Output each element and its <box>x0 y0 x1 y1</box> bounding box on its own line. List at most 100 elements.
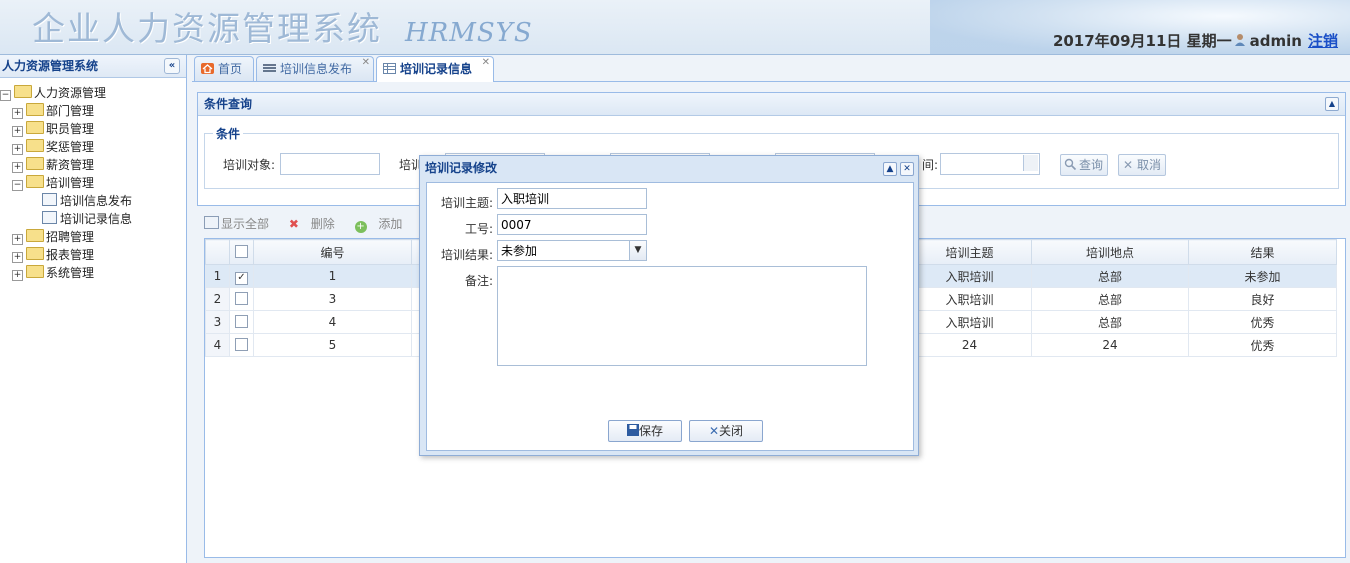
cell-topic: 入职培训 <box>907 287 1032 311</box>
select-all-checkbox[interactable] <box>229 239 254 265</box>
search-button-label: 查询 <box>1079 158 1104 172</box>
home-icon <box>201 63 214 74</box>
expand-icon[interactable]: + <box>12 108 23 119</box>
cell-place: 总部 <box>1031 287 1189 311</box>
empno-field-label: 工号: <box>464 222 493 236</box>
tree-node-dept[interactable]: + 部门管理 <box>0 102 186 120</box>
checkbox-checked-icon: ✓ <box>235 272 248 285</box>
checkbox-icon <box>235 245 248 258</box>
cell-result: 良好 <box>1188 287 1337 311</box>
sidebar-header: 人力资源管理系统 « <box>0 55 186 78</box>
search-button[interactable]: 查询 <box>1060 154 1109 176</box>
time-input[interactable] <box>940 153 1040 175</box>
tree-node-label: 职员管理 <box>46 122 95 136</box>
collapse-sidebar-button[interactable]: « <box>164 58 180 74</box>
column-header-place[interactable]: 培训地点 <box>1031 239 1189 265</box>
add-button[interactable]: + 添加 <box>354 217 411 233</box>
tree-node-label: 报表管理 <box>46 248 95 262</box>
edit-record-dialog: 培训记录修改 ▲ ✕ 培训主题: 入职培训 工号: 0007 培训结果: 未参加… <box>419 155 919 456</box>
tree-node-hr-root[interactable]: − 人力资源管理 <box>0 84 186 102</box>
remark-textarea[interactable] <box>497 266 867 366</box>
cell-result: 优秀 <box>1188 310 1337 334</box>
row-checkbox[interactable] <box>229 287 254 311</box>
cancel-button-label: 取消 <box>1137 158 1162 172</box>
close-tab-icon[interactable]: ✕ <box>362 51 370 75</box>
nav-tree: − 人力资源管理 + 部门管理 + 职员管理 + 奖惩管理 + 薪资管理 − 培训管理 培训… <box>0 78 186 282</box>
remark-field-label: 备注: <box>464 274 493 288</box>
tree-node-training-records[interactable]: 培训记录信息 <box>0 210 186 228</box>
app-header: 企业人力资源管理系统 HRMSYS 2017年09月11日 星期一 admin 注销 <box>0 0 1350 55</box>
cell-id: 4 <box>253 310 412 334</box>
tree-node-reports[interactable]: + 报表管理 <box>0 246 186 264</box>
dialog-title: 培训记录修改 <box>425 161 498 175</box>
column-header-id[interactable]: 编号 <box>253 239 412 265</box>
tree-node-recruit[interactable]: + 招聘管理 <box>0 228 186 246</box>
tree-node-staff[interactable]: + 职员管理 <box>0 120 186 138</box>
column-header-result[interactable]: 结果 <box>1188 239 1337 265</box>
result-select[interactable]: 未参加 ▼ <box>497 240 647 261</box>
floppy-disk-icon <box>626 424 639 436</box>
expand-icon[interactable]: + <box>12 252 23 263</box>
expand-icon[interactable]: + <box>12 270 23 281</box>
tab-label: 培训记录信息 <box>400 62 473 76</box>
tab-home[interactable]: 首页 <box>194 56 254 81</box>
show-all-button[interactable]: 显示全部 <box>204 216 277 231</box>
close-dialog-icon[interactable]: ✕ <box>900 162 914 176</box>
cell-result: 优秀 <box>1188 333 1337 357</box>
close-button[interactable]: ✕关闭 <box>689 420 763 442</box>
rownum-header <box>205 239 230 265</box>
save-button[interactable]: 保存 <box>608 420 682 442</box>
expand-icon[interactable]: + <box>12 234 23 245</box>
expand-icon[interactable]: + <box>12 126 23 137</box>
calendar-icon[interactable] <box>1023 155 1038 171</box>
topic-field[interactable]: 入职培训 <box>497 188 647 209</box>
row-checkbox[interactable] <box>229 333 254 357</box>
tree-node-salary[interactable]: + 薪资管理 <box>0 156 186 174</box>
row-checkbox[interactable]: ✓ <box>229 264 254 288</box>
sidebar: 人力资源管理系统 « − 人力资源管理 + 部门管理 + 职员管理 + 奖惩管理 + 薪资… <box>0 55 187 563</box>
expand-icon[interactable]: + <box>12 162 23 173</box>
logout-link[interactable]: 注销 <box>1308 32 1338 50</box>
page-icon <box>42 211 57 224</box>
cell-id: 3 <box>253 287 412 311</box>
tree-node-rewards[interactable]: + 奖惩管理 <box>0 138 186 156</box>
delete-label: 删除 <box>310 217 335 231</box>
collapse-icon[interactable]: − <box>12 180 23 191</box>
app-subtitle-logo: HRMSYS <box>405 18 533 48</box>
checkbox-icon <box>235 292 248 305</box>
close-icon: ✕ <box>708 424 720 438</box>
delete-button[interactable]: ✖ 删除 <box>289 217 343 231</box>
add-label: 添加 <box>378 217 403 231</box>
collapse-panel-icon[interactable]: ▲ <box>1325 97 1339 111</box>
tree-node-training[interactable]: − 培训管理 <box>0 174 186 192</box>
cell-id: 5 <box>253 333 412 357</box>
save-label: 保存 <box>638 424 663 438</box>
tree-node-label: 培训记录信息 <box>60 212 133 226</box>
expand-icon[interactable]: + <box>12 144 23 155</box>
row-checkbox[interactable] <box>229 310 254 334</box>
dialog-body: 培训主题: 入职培训 工号: 0007 培训结果: 未参加 ▼ 备注: <box>426 182 914 451</box>
tree-node-label: 薪资管理 <box>46 158 95 172</box>
cell-topic: 24 <box>907 333 1032 357</box>
app-title: 企业人力资源管理系统 <box>32 9 382 48</box>
column-header-topic[interactable]: 培训主题 <box>907 239 1032 265</box>
query-panel-title: 条件查询 <box>204 97 253 111</box>
target-label: 培训对象: <box>223 158 276 172</box>
chevron-down-icon[interactable]: ▼ <box>629 241 646 260</box>
tab-training-publish[interactable]: 培训信息发布 ✕ <box>256 56 374 81</box>
row-number: 3 <box>205 310 230 334</box>
cancel-query-button[interactable]: ✕ 取消 <box>1118 154 1167 176</box>
tree-node-label: 系统管理 <box>46 266 95 280</box>
checkbox-icon <box>235 338 248 351</box>
tree-node-training-publish[interactable]: 培训信息发布 <box>0 192 186 210</box>
close-tab-icon[interactable]: ✕ <box>482 51 490 75</box>
empno-field[interactable]: 0007 <box>497 214 647 235</box>
tree-node-system[interactable]: + 系统管理 <box>0 264 186 282</box>
close-label: 关闭 <box>719 424 744 438</box>
target-input[interactable] <box>280 153 380 175</box>
collapse-icon[interactable]: − <box>0 90 11 101</box>
tree-node-label: 部门管理 <box>46 104 95 118</box>
tab-training-records[interactable]: 培训记录信息 ✕ <box>376 56 494 82</box>
folder-icon <box>26 139 44 152</box>
collapse-dialog-icon[interactable]: ▲ <box>883 162 897 176</box>
